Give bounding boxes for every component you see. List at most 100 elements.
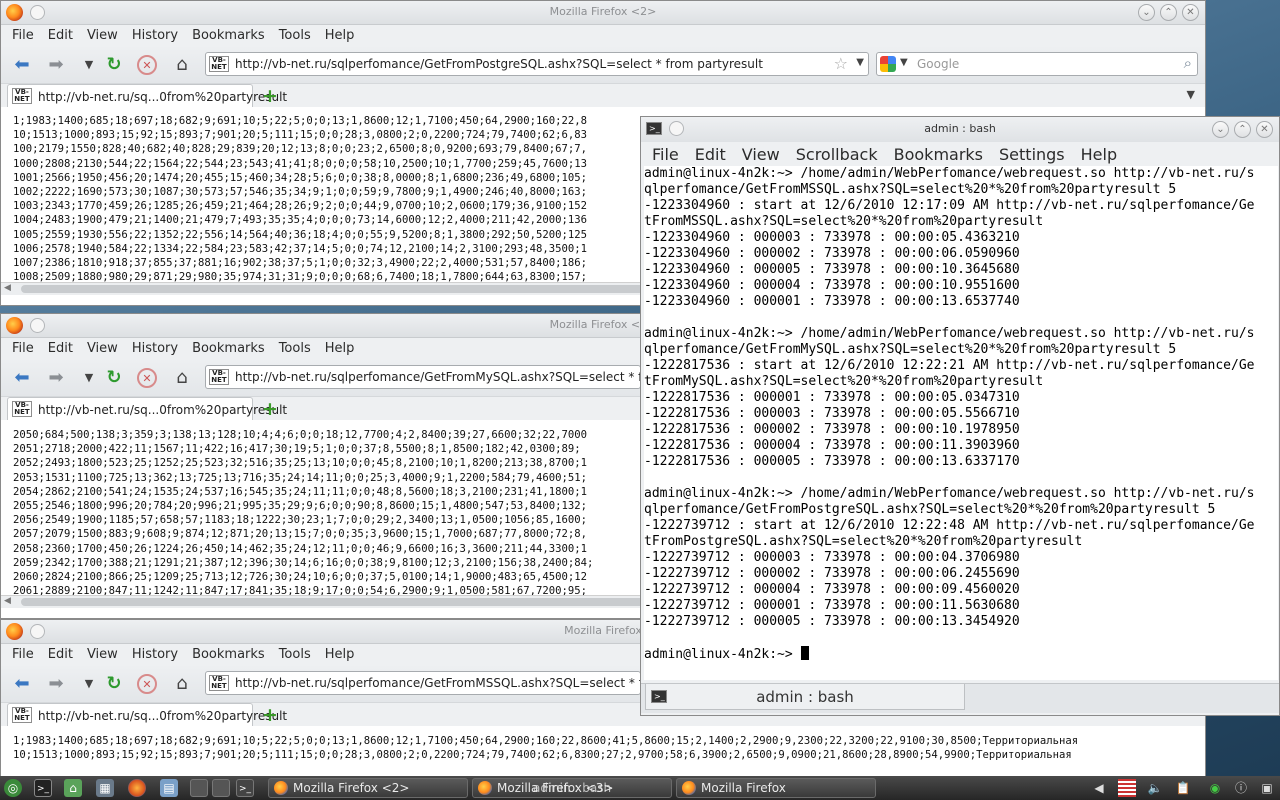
- bookmark-star-icon[interactable]: ☆: [834, 54, 848, 73]
- kde-menu-icon[interactable]: ◎: [4, 779, 22, 797]
- search-engine-dropdown-icon[interactable]: ▼: [900, 57, 908, 68]
- konsole-titlebar[interactable]: >_ admin : bash ⌄ ⌃ ✕: [641, 117, 1279, 142]
- maximize-icon[interactable]: ⌃: [1160, 4, 1177, 21]
- menu-tools[interactable]: Tools: [272, 647, 318, 662]
- scroll-left-icon[interactable]: ◀: [4, 283, 11, 293]
- back-icon[interactable]: ⬅: [11, 367, 33, 389]
- tab[interactable]: VB- NET http://vb-net.ru/sq...0from%20par…: [7, 84, 287, 108]
- maximize-icon[interactable]: ⌃: [1234, 121, 1251, 138]
- menu-view[interactable]: View: [80, 341, 125, 356]
- site-favicon-icon[interactable]: VB- NET: [209, 369, 229, 385]
- desktop-pager-3-icon[interactable]: >_: [236, 779, 254, 797]
- minimize-icon[interactable]: ⌄: [1212, 121, 1229, 138]
- home-folder-icon[interactable]: ⌂: [64, 779, 82, 797]
- stop-icon[interactable]: ✕: [137, 368, 157, 388]
- menu-file[interactable]: File: [5, 647, 41, 662]
- clipboard-icon[interactable]: 📋: [1174, 779, 1192, 797]
- menu-help[interactable]: Help: [318, 647, 362, 662]
- task-firefox-3[interactable]: Mozilla Firefox <3> admin : bash: [472, 778, 672, 798]
- home-icon[interactable]: ⌂: [171, 673, 193, 695]
- stop-icon[interactable]: ✕: [137, 55, 157, 75]
- tab[interactable]: VB- NET http://vb-net.ru/sq...0from%20par…: [7, 703, 287, 727]
- network-icon[interactable]: ◉: [1206, 779, 1224, 797]
- konsole-menu-help[interactable]: Help: [1073, 145, 1125, 164]
- new-tab-icon[interactable]: +: [262, 85, 278, 107]
- forward-icon[interactable]: ➡: [45, 367, 67, 389]
- search-icon[interactable]: ⌕: [1184, 54, 1192, 72]
- desktop-pager-1-icon[interactable]: [190, 779, 208, 797]
- info-icon[interactable]: ⓘ: [1232, 779, 1250, 797]
- system-settings-icon[interactable]: ▦: [96, 779, 114, 797]
- konsole-menu-edit[interactable]: Edit: [687, 145, 734, 164]
- konsole-menu-view[interactable]: View: [734, 145, 788, 164]
- menu-history[interactable]: History: [125, 341, 185, 356]
- site-favicon-icon[interactable]: VB- NET: [209, 56, 229, 72]
- konsole-menu-bookmarks[interactable]: Bookmarks: [886, 145, 991, 164]
- history-dropdown-icon[interactable]: ▼: [78, 367, 100, 389]
- keyboard-layout-flag-icon[interactable]: [1118, 779, 1136, 797]
- google-icon[interactable]: [880, 56, 896, 72]
- menu-bookmarks[interactable]: Bookmarks: [185, 341, 272, 356]
- konsole-window[interactable]: >_ admin : bash ⌄ ⌃ ✕ File Edit View Scroll…: [640, 116, 1280, 716]
- search-placeholder[interactable]: Google: [917, 57, 959, 71]
- url-bar[interactable]: VB- NET http://vb-net.ru/sqlperfomance/Ge…: [205, 365, 685, 389]
- tray-arrow-icon[interactable]: ◀: [1090, 779, 1108, 797]
- forward-icon[interactable]: ➡: [45, 54, 67, 76]
- file-manager-icon[interactable]: ▤: [160, 779, 178, 797]
- new-tab-icon[interactable]: +: [262, 704, 278, 726]
- menu-edit[interactable]: Edit: [41, 28, 80, 43]
- menu-tools[interactable]: Tools: [272, 341, 318, 356]
- reload-icon[interactable]: ↻: [103, 54, 125, 76]
- menu-history[interactable]: History: [125, 647, 185, 662]
- konsole-menu-scrollback[interactable]: Scrollback: [788, 145, 886, 164]
- page-content[interactable]: 1;1983;1400;685;18;697;18;682;9;691;10;5…: [1, 726, 1205, 766]
- konsole-menu-file[interactable]: File: [644, 145, 687, 164]
- url-bar[interactable]: VB- NET http://vb-net.ru/sqlperfomance/Ge…: [205, 671, 685, 695]
- home-icon[interactable]: ⌂: [171, 54, 193, 76]
- close-icon[interactable]: ✕: [1182, 4, 1199, 21]
- task-firefox-2[interactable]: Mozilla Firefox <2>: [268, 778, 468, 798]
- terminal-output[interactable]: admin@linux-4n2k:~> /home/admin/WebPerfo…: [644, 166, 1278, 680]
- history-dropdown-icon[interactable]: ▼: [78, 54, 100, 76]
- tab[interactable]: VB- NET http://vb-net.ru/sq...0from%20par…: [7, 397, 287, 421]
- menu-edit[interactable]: Edit: [41, 647, 80, 662]
- tab-list-icon[interactable]: ▼: [1187, 88, 1195, 101]
- site-favicon-icon[interactable]: VB- NET: [209, 675, 229, 691]
- menu-help[interactable]: Help: [318, 28, 362, 43]
- menu-file[interactable]: File: [5, 341, 41, 356]
- konsole-menu-settings[interactable]: Settings: [991, 145, 1073, 164]
- menu-history[interactable]: History: [125, 28, 185, 43]
- minimize-icon[interactable]: ⌄: [1138, 4, 1155, 21]
- url-bar[interactable]: VB- NET http://vb-net.ru/sqlperfomance/Ge…: [205, 52, 869, 76]
- back-icon[interactable]: ⬅: [11, 54, 33, 76]
- scroll-left-icon[interactable]: ◀: [4, 596, 11, 606]
- new-tab-icon[interactable]: +: [262, 398, 278, 420]
- firefox-launcher-icon[interactable]: [128, 779, 146, 797]
- menu-bookmarks[interactable]: Bookmarks: [185, 28, 272, 43]
- home-icon[interactable]: ⌂: [171, 367, 193, 389]
- terminal-launcher-icon[interactable]: >_: [34, 779, 52, 797]
- menu-bookmarks[interactable]: Bookmarks: [185, 647, 272, 662]
- menu-view[interactable]: View: [80, 647, 125, 662]
- url-text[interactable]: http://vb-net.ru/sqlperfomance/GetFromMS…: [235, 676, 685, 690]
- history-dropdown-icon[interactable]: ▼: [78, 673, 100, 695]
- reload-icon[interactable]: ↻: [103, 673, 125, 695]
- menu-tools[interactable]: Tools: [272, 28, 318, 43]
- task-firefox[interactable]: Mozilla Firefox: [676, 778, 876, 798]
- desktop-pager-2-icon[interactable]: [212, 779, 230, 797]
- konsole-tab[interactable]: >_ admin : bash: [645, 684, 965, 710]
- url-text[interactable]: http://vb-net.ru/sqlperfomance/GetFromMy…: [235, 370, 685, 384]
- notifications-icon[interactable]: ▣: [1258, 779, 1276, 797]
- forward-icon[interactable]: ➡: [45, 673, 67, 695]
- reload-icon[interactable]: ↻: [103, 367, 125, 389]
- window-titlebar[interactable]: Mozilla Firefox <2> ⌄ ⌃ ✕: [1, 1, 1205, 25]
- menu-edit[interactable]: Edit: [41, 341, 80, 356]
- back-icon[interactable]: ⬅: [11, 673, 33, 695]
- url-dropdown-icon[interactable]: ▼: [856, 57, 864, 68]
- menu-view[interactable]: View: [80, 28, 125, 43]
- url-text[interactable]: http://vb-net.ru/sqlperfomance/GetFromPo…: [235, 57, 763, 71]
- close-icon[interactable]: ✕: [1256, 121, 1273, 138]
- menu-file[interactable]: File: [5, 28, 41, 43]
- menu-help[interactable]: Help: [318, 341, 362, 356]
- volume-icon[interactable]: 🔈: [1146, 779, 1164, 797]
